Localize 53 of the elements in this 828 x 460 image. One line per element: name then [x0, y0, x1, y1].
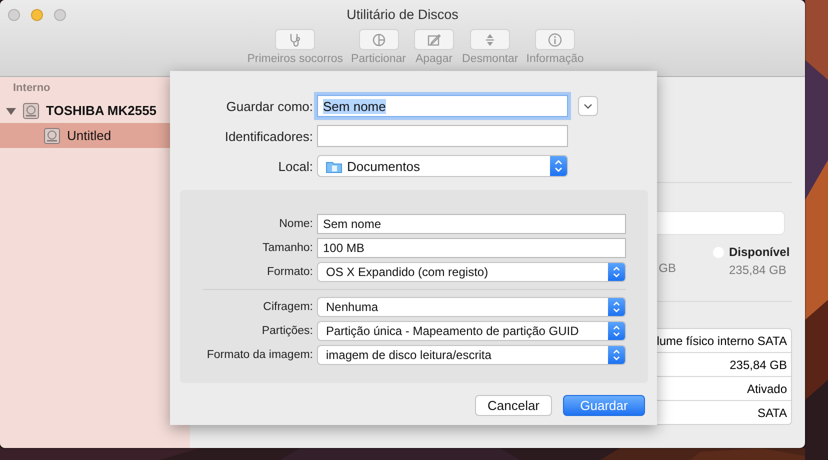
chevrons-icon: [550, 156, 567, 176]
window-control-button[interactable]: [8, 8, 20, 20]
chevrons-icon: [608, 263, 625, 281]
window-title: Utilitário de Discos: [346, 7, 458, 22]
toolbar-label: Desmontar: [462, 53, 518, 65]
capacity-reading: GB: [658, 261, 676, 275]
chevrons-icon: [608, 346, 625, 364]
field-label: Cifragem:: [262, 301, 313, 313]
toolbar-label: Particionar: [351, 53, 406, 65]
toolbar-label: Apagar: [415, 53, 453, 65]
toolbar-button[interactable]: [275, 29, 316, 50]
folder-icon: [326, 160, 342, 172]
stethoscope-icon: [288, 32, 302, 46]
text-field[interactable]: 100 MB: [317, 238, 626, 258]
popup-button[interactable]: Nenhuma: [317, 297, 626, 317]
text-field[interactable]: Sem nome: [317, 95, 568, 117]
legend-reading: 235,84 GB: [729, 263, 788, 277]
field-label: Formato da imagem:: [206, 349, 313, 361]
toolbar-button[interactable]: [414, 29, 454, 50]
table-cell: SATA: [757, 406, 787, 420]
toolbar-button[interactable]: [358, 29, 399, 50]
toolbar-label: Informação: [526, 53, 584, 65]
pencil-icon: [427, 32, 442, 46]
chevrons-icon: [608, 298, 625, 316]
popup-button[interactable]: imagem de disco leitura/escrita: [317, 345, 626, 365]
popup-button[interactable]: Documentos: [317, 155, 568, 177]
field-label: Formato:: [266, 266, 313, 278]
field-label: Partições:: [260, 325, 313, 337]
table-cell: Ativado: [746, 382, 787, 396]
table-cell: lume físico interno SATA: [656, 334, 787, 348]
chevron-icon: [584, 104, 592, 108]
cancel-button[interactable]: Cancelar: [475, 395, 552, 416]
text-field[interactable]: Sem nome: [317, 214, 626, 234]
field-label: Nome:: [278, 218, 313, 230]
section-header: Interno: [12, 81, 50, 96]
info-icon: [548, 32, 562, 46]
pie-chart-icon: [372, 32, 386, 46]
legend-label: Disponível: [729, 245, 790, 259]
popup-button[interactable]: OS X Expandido (com registo): [317, 262, 626, 282]
toolbar-button[interactable]: [535, 29, 576, 50]
field-label: Identificadores:: [224, 128, 313, 144]
window-control-button[interactable]: [54, 8, 66, 20]
field-label: Local:: [277, 158, 313, 174]
table-cell: 235,84 GB: [730, 358, 787, 372]
toolbar-button[interactable]: [470, 29, 510, 50]
popup-button[interactable]: Partição única - Mapeamento de partição GUID: [317, 321, 626, 341]
expand-button[interactable]: [578, 96, 598, 116]
window-control-button[interactable]: [31, 8, 43, 20]
chevrons-icon: [608, 322, 625, 340]
toolbar-label: Primeiros socorros: [247, 53, 344, 65]
field-label: Guardar como:: [225, 98, 313, 114]
field-label: Tamanho:: [261, 242, 313, 254]
text-field[interactable]: [317, 125, 568, 147]
